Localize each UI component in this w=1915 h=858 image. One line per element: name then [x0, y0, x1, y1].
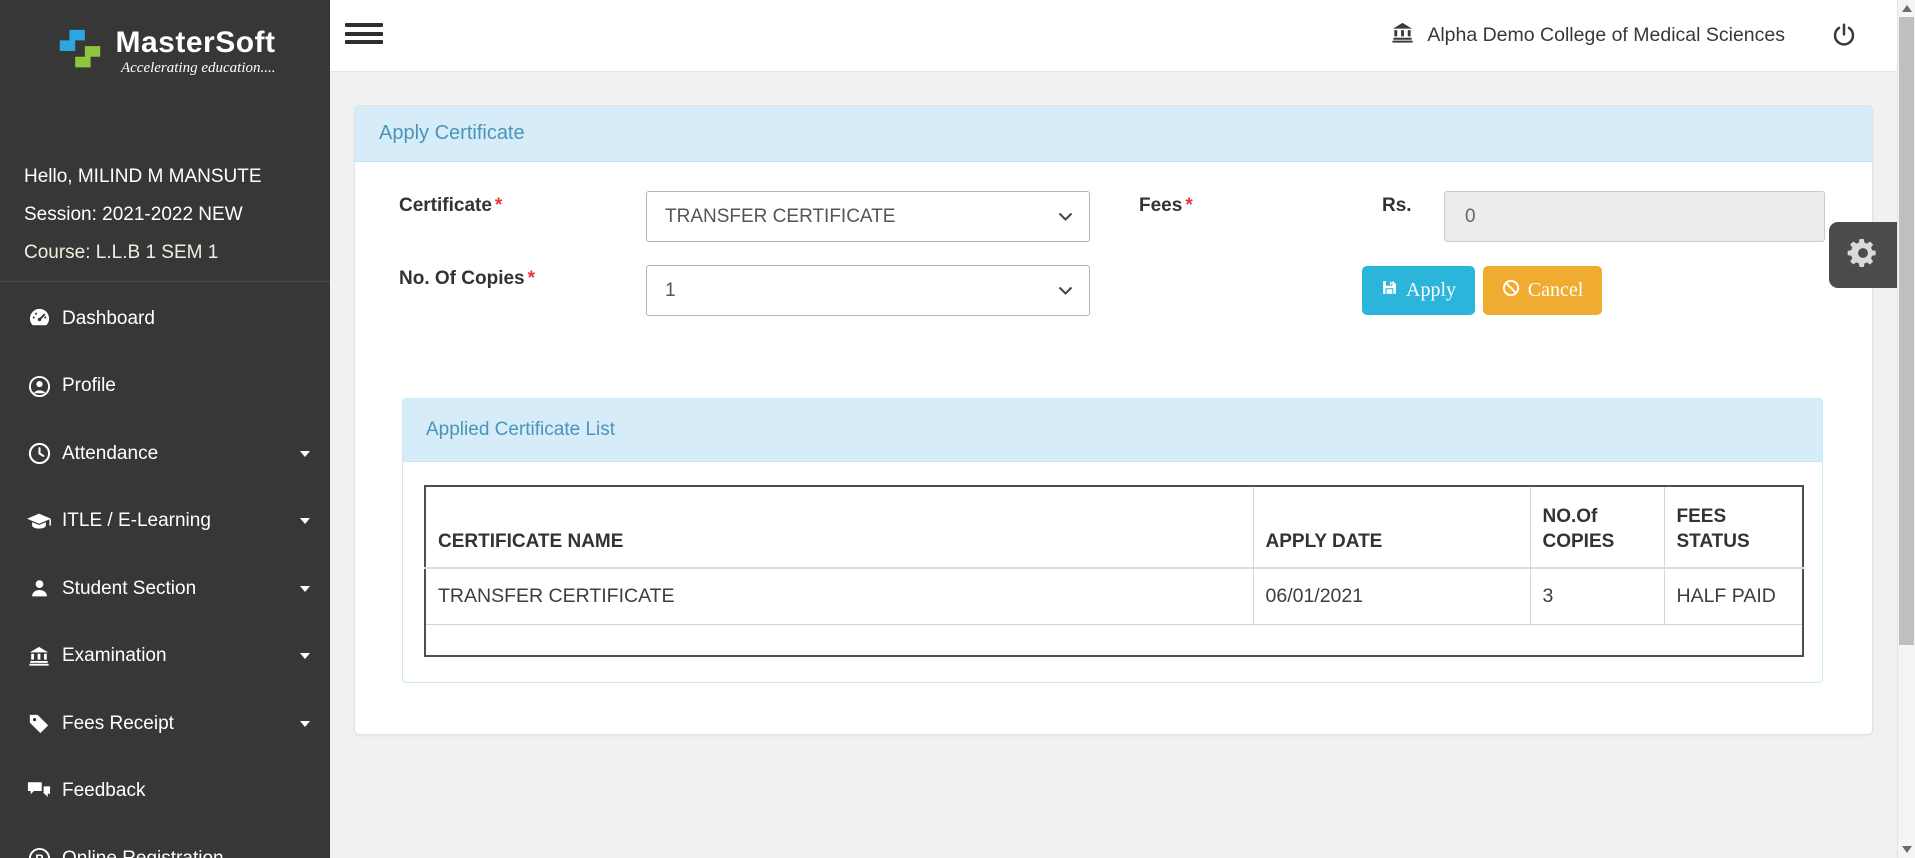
clock-icon: [24, 442, 54, 465]
gear-icon: [1847, 237, 1879, 274]
scroll-down-arrow-icon[interactable]: [1898, 841, 1915, 858]
chevron-down-icon: [300, 653, 310, 659]
sidebar-item-profile[interactable]: Profile: [0, 353, 330, 421]
user-circle-icon: [24, 375, 54, 398]
mastersoft-logo: MasterSoft Accelerating education....: [0, 0, 330, 81]
sidebar-menu: Dashboard Profile Attendance ITLE /: [0, 285, 330, 858]
bank-icon: [1390, 21, 1415, 50]
chevron-down-icon: [1058, 212, 1073, 221]
greeting-text: Hello, MILIND M MANSUTE: [24, 158, 316, 196]
chevron-down-icon: [300, 518, 310, 524]
page-scrollbar[interactable]: [1897, 0, 1915, 858]
apply-certificate-panel: Apply Certificate Certificate* TRANSFER …: [354, 105, 1873, 735]
sidebar-item-student-section[interactable]: Student Section: [0, 555, 330, 623]
column-header-fees-status: FEES STATUS: [1664, 486, 1803, 568]
column-header-certificate-name: CERTIFICATE NAME: [425, 486, 1253, 568]
apply-certificate-panel-header: Apply Certificate: [355, 106, 1872, 162]
logo-title: MasterSoft: [115, 26, 275, 60]
chevron-down-icon: [1058, 286, 1073, 295]
certificate-label: Certificate*: [399, 195, 502, 217]
sidebar-item-attendance[interactable]: Attendance: [0, 420, 330, 488]
settings-gear-button[interactable]: [1829, 222, 1897, 288]
sidebar: MasterSoft Accelerating education.... He…: [0, 0, 330, 858]
copies-select[interactable]: 1: [646, 265, 1090, 316]
mastersoft-logo-icon: [54, 26, 106, 81]
table-row: TRANSFER CERTIFICATE 06/01/2021 3 HALF P…: [425, 568, 1803, 624]
certificate-select-value: TRANSFER CERTIFICATE: [665, 206, 895, 228]
hamburger-icon[interactable]: [345, 23, 383, 49]
sidebar-item-label: Examination: [62, 645, 167, 667]
sidebar-item-dashboard[interactable]: Dashboard: [0, 285, 330, 353]
svg-text:R: R: [35, 854, 44, 858]
cancel-button[interactable]: Cancel: [1483, 266, 1602, 315]
sidebar-item-label: Fees Receipt: [62, 713, 174, 735]
chevron-down-icon: [300, 721, 310, 727]
sidebar-item-label: Online Registration: [62, 848, 224, 858]
chevron-down-icon: [300, 451, 310, 457]
sidebar-item-label: ITLE / E-Learning: [62, 510, 211, 532]
column-header-no-of-copies: NO.Of COPIES: [1530, 486, 1664, 568]
sidebar-item-itle-elearning[interactable]: ITLE / E-Learning: [0, 488, 330, 556]
apply-button[interactable]: Apply: [1362, 266, 1475, 315]
bank-icon: [24, 645, 54, 667]
dashboard-icon: [24, 307, 54, 330]
comments-icon: [24, 781, 54, 802]
fees-label: Fees*: [1139, 195, 1193, 217]
panel-title: Applied Certificate List: [426, 419, 615, 441]
apply-button-label: Apply: [1406, 279, 1456, 302]
graduation-cap-icon: [24, 510, 54, 532]
save-icon: [1381, 279, 1398, 302]
table-empty-row: [425, 624, 1803, 656]
sidebar-item-label: Feedback: [62, 780, 145, 802]
sidebar-item-label: Profile: [62, 375, 116, 397]
sidebar-item-examination[interactable]: Examination: [0, 623, 330, 691]
user-icon: [24, 578, 54, 599]
sidebar-item-label: Dashboard: [62, 308, 155, 330]
certificate-select[interactable]: TRANSFER CERTIFICATE: [646, 191, 1090, 242]
applied-certificates-table: CERTIFICATE NAME APPLY DATE NO.Of COPIES…: [424, 485, 1804, 657]
cell-no-of-copies: 3: [1530, 568, 1664, 624]
app-root: MasterSoft Accelerating education.... He…: [0, 0, 1915, 858]
topbar: Alpha Demo College of Medical Sciences: [330, 0, 1897, 72]
sidebar-item-label: Attendance: [62, 443, 158, 465]
chevron-down-icon: [300, 586, 310, 592]
copies-label: No. Of Copies*: [399, 268, 535, 290]
scroll-up-arrow-icon[interactable]: [1898, 0, 1915, 17]
panel-title: Apply Certificate: [379, 122, 525, 145]
fees-input[interactable]: [1444, 191, 1825, 242]
sidebar-item-label: Student Section: [62, 578, 196, 600]
table-header-row: CERTIFICATE NAME APPLY DATE NO.Of COPIES…: [425, 486, 1803, 568]
cell-apply-date: 06/01/2021: [1253, 568, 1530, 624]
sidebar-divider: [0, 281, 330, 282]
applied-certificate-list-panel: Applied Certificate List CERTIFICATE NAM…: [402, 398, 1823, 683]
logo-tagline: Accelerating education....: [115, 60, 275, 77]
scrollbar-thumb[interactable]: [1899, 17, 1914, 645]
college-name-text: Alpha Demo College of Medical Sciences: [1427, 24, 1785, 47]
cancel-button-label: Cancel: [1528, 279, 1584, 302]
ban-icon: [1502, 279, 1520, 303]
required-mark: *: [1185, 195, 1192, 216]
registered-icon: R: [24, 847, 54, 858]
cell-fees-status: HALF PAID: [1664, 568, 1803, 624]
course-text: Course: L.L.B 1 SEM 1: [24, 234, 316, 272]
applied-certificate-list-header: Applied Certificate List: [403, 399, 1822, 462]
user-info: Hello, MILIND M MANSUTE Session: 2021-20…: [24, 158, 316, 272]
required-mark: *: [528, 268, 535, 289]
column-header-apply-date: APPLY DATE: [1253, 486, 1530, 568]
rs-label: Rs.: [1382, 195, 1412, 217]
required-mark: *: [495, 195, 502, 216]
sidebar-item-fees-receipt[interactable]: Fees Receipt: [0, 690, 330, 758]
sidebar-item-feedback[interactable]: Feedback: [0, 758, 330, 826]
session-text: Session: 2021-2022 NEW: [24, 196, 316, 234]
college-name: Alpha Demo College of Medical Sciences: [1390, 0, 1785, 71]
copies-select-value: 1: [665, 280, 676, 302]
cell-certificate-name: TRANSFER CERTIFICATE: [425, 568, 1253, 624]
tag-icon: [24, 713, 54, 735]
power-icon[interactable]: [1831, 22, 1857, 51]
sidebar-item-online-registration[interactable]: R Online Registration: [0, 825, 330, 858]
